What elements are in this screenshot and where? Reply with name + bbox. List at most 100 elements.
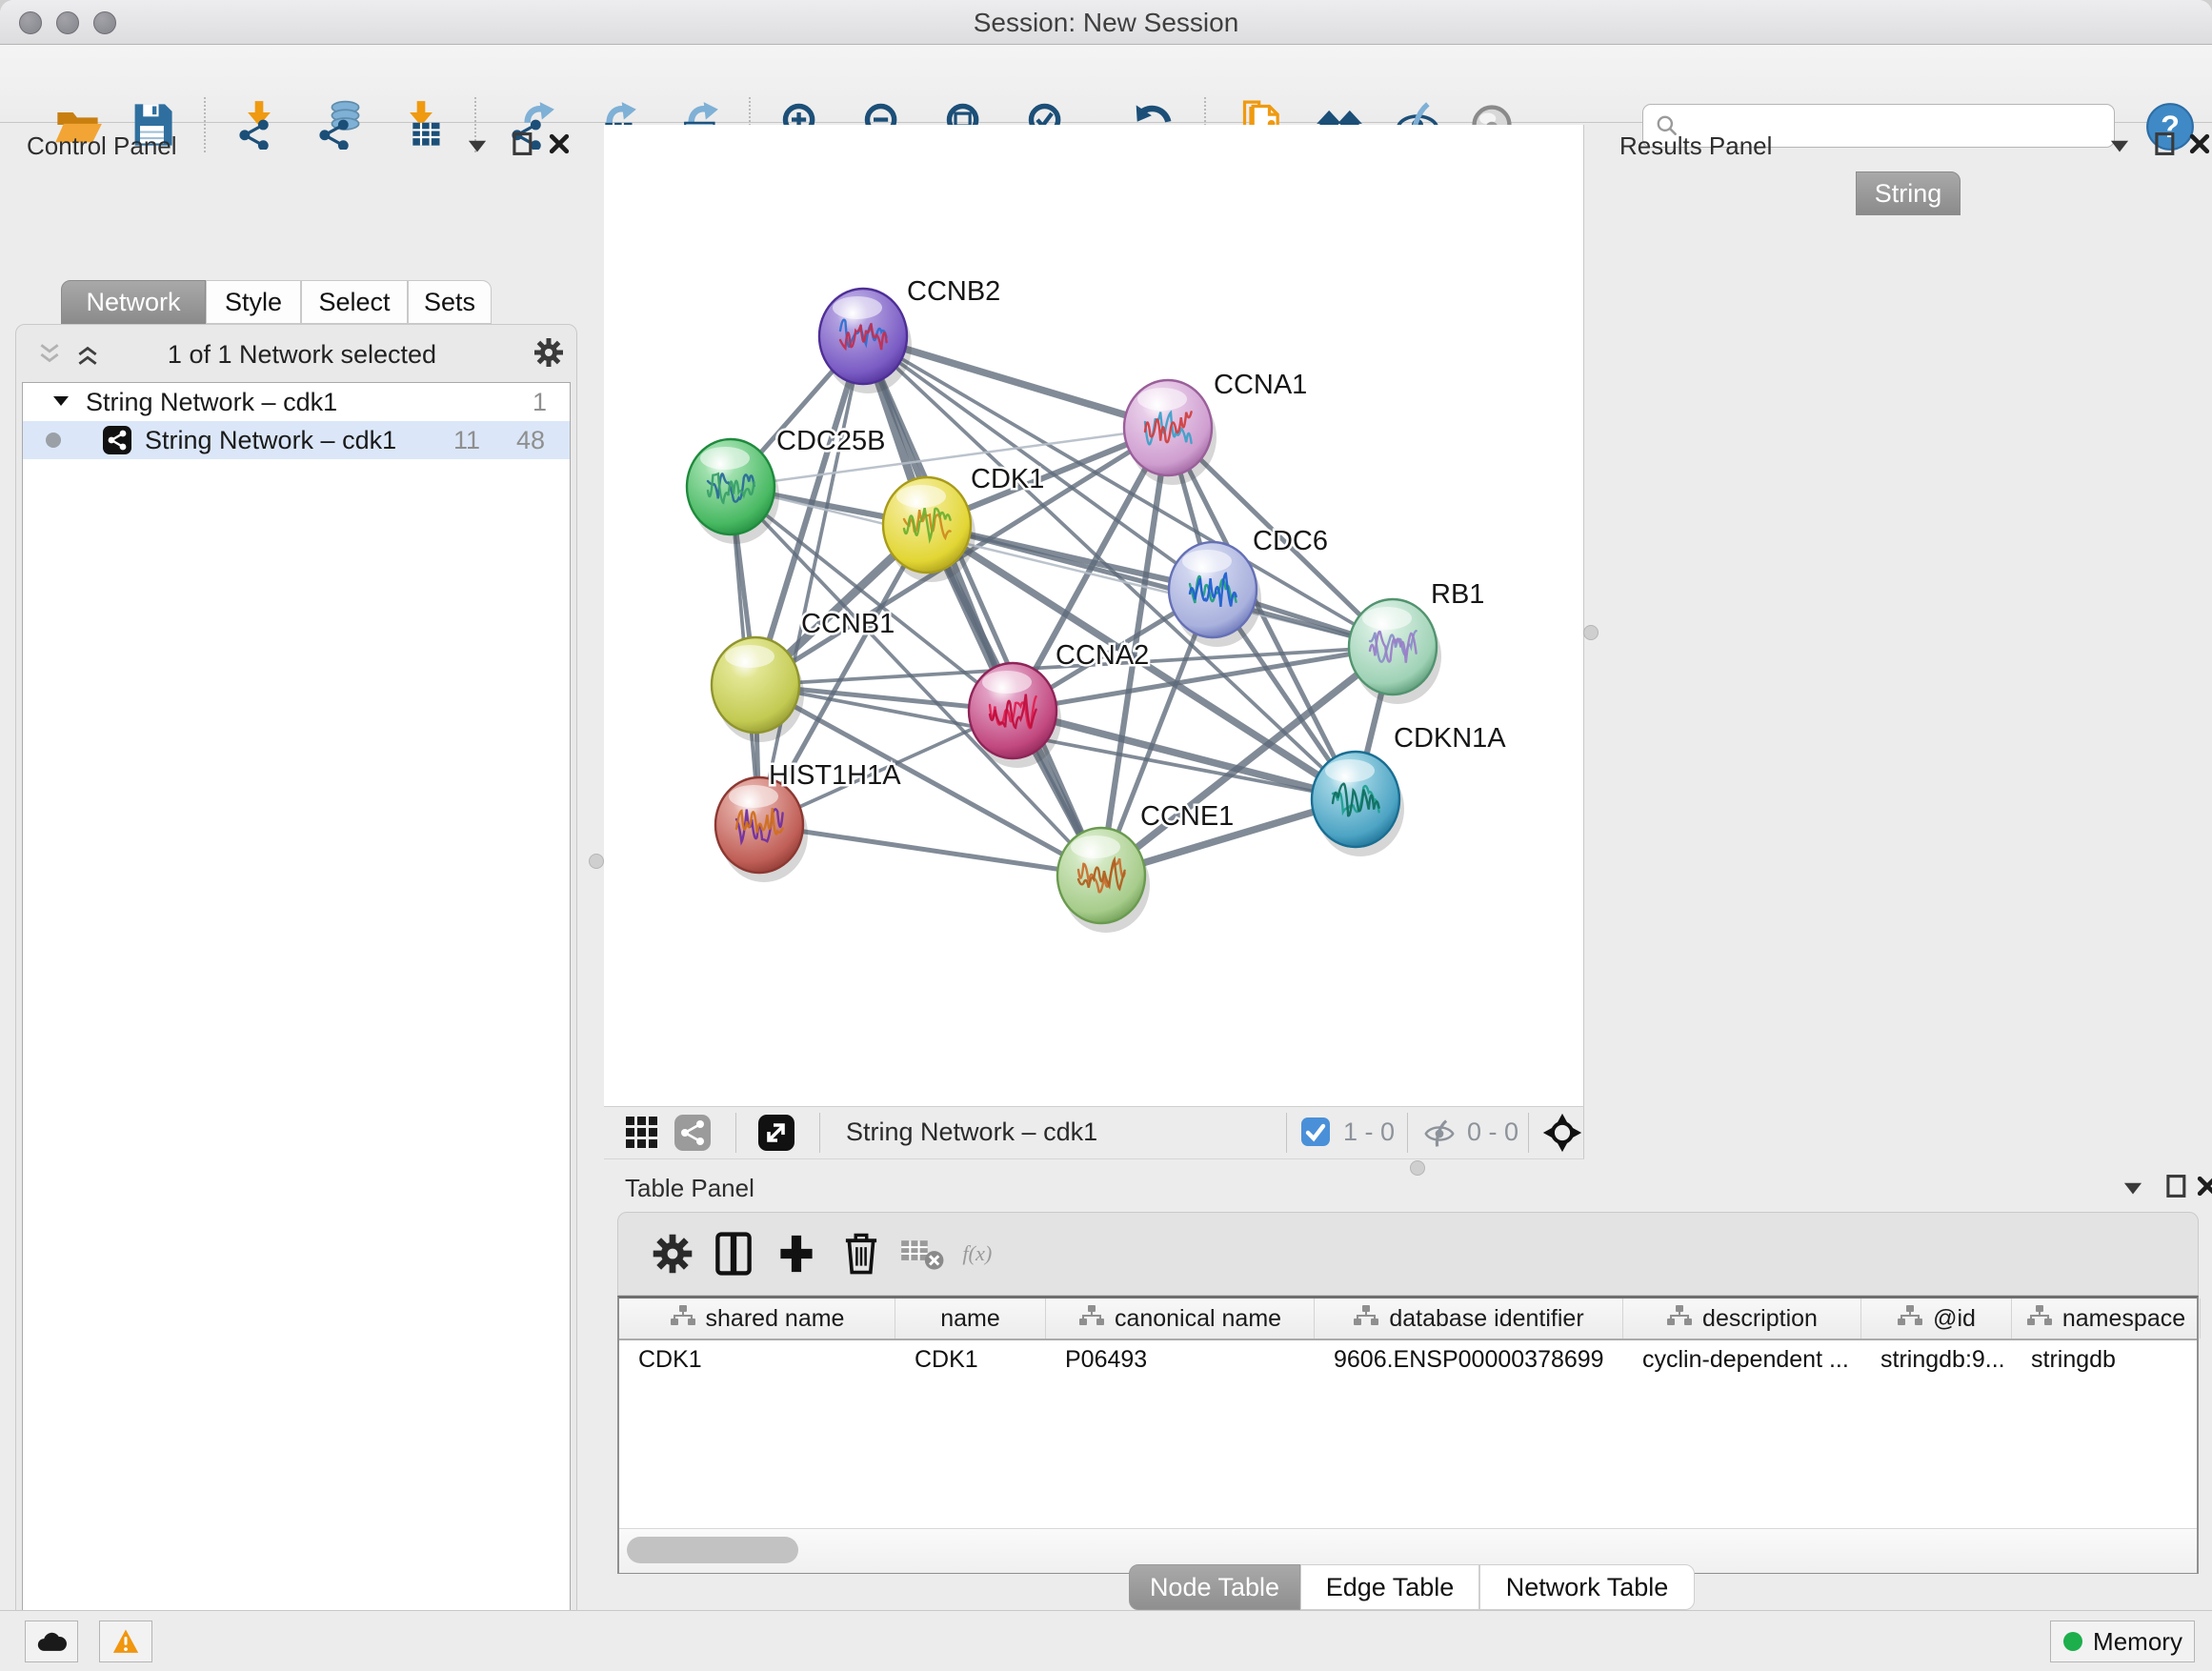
left-splitter-handle[interactable] [589, 854, 604, 869]
column-header--id[interactable]: @id [1861, 1299, 2012, 1339]
network-label: String Network – cdk1 [145, 426, 396, 455]
float-panel-icon[interactable] [511, 131, 535, 156]
main-toolbar: ? [0, 45, 2212, 123]
node-HIST1H1A[interactable] [715, 777, 808, 882]
birds-eye-view-icon[interactable] [1541, 1112, 1583, 1154]
grid-view-icon[interactable] [625, 1116, 659, 1150]
table-header-row: shared namenamecanonical namedatabase id… [619, 1299, 2197, 1340]
tab-edge-table[interactable]: Edge Table [1300, 1564, 1479, 1610]
panel-menu-caret-icon[interactable] [2107, 133, 2132, 158]
close-panel-icon[interactable] [2195, 1174, 2212, 1198]
right-splitter-handle[interactable] [1583, 625, 1599, 640]
network-tree: String Network – cdk1 1 String Network –… [22, 382, 571, 1671]
edge-HIST1H1A-CCNE1[interactable] [759, 825, 1101, 876]
table-cell[interactable]: CDK1 [895, 1340, 1046, 1379]
tab-network-table[interactable]: Network Table [1479, 1564, 1695, 1610]
close-panel-icon[interactable] [547, 131, 572, 156]
node-RB1[interactable] [1349, 599, 1441, 704]
node-CCNA1[interactable] [1124, 380, 1217, 485]
tab-sets[interactable]: Sets [408, 280, 492, 324]
node-label-CDKN1A: CDKN1A [1394, 723, 1506, 754]
node-label-CCNA2: CCNA2 [1056, 640, 1149, 671]
table-row[interactable]: CDK1CDK1P064939606.ENSP00000378699cyclin… [619, 1340, 2197, 1379]
float-panel-icon[interactable] [2153, 131, 2178, 156]
hidden-eye-slash-icon [1421, 1116, 1458, 1152]
cloud-button[interactable] [25, 1621, 78, 1662]
table-cell[interactable]: stringdb [2012, 1340, 2201, 1379]
collapse-all-chevron-icon[interactable] [37, 342, 62, 367]
column-header-shared-name[interactable]: shared name [619, 1299, 895, 1339]
table-toolbar: f(x) [617, 1212, 2199, 1296]
network-canvas[interactable]: CCNB2CCNA1CDC25BCDK1CDC6RB1CCNB1CCNA2CDK… [604, 125, 1584, 1106]
table-panel-title: Table Panel [625, 1174, 754, 1203]
network-status-dot [46, 433, 61, 448]
expand-all-chevron-icon[interactable] [75, 342, 100, 367]
collection-count: 1 [533, 388, 547, 417]
memory-button[interactable]: Memory [2050, 1621, 2195, 1662]
node-label-CCNE1: CCNE1 [1140, 801, 1234, 832]
column-type-icon [1353, 1305, 1379, 1333]
node-CDKN1A[interactable] [1312, 752, 1404, 856]
table-cell[interactable]: P06493 [1046, 1340, 1315, 1379]
string-network-icon [103, 426, 131, 454]
gear-icon[interactable] [651, 1232, 694, 1276]
network-manager-panel: 1 of 1 Network selected String Network –… [15, 324, 577, 1671]
column-type-icon [1897, 1305, 1923, 1333]
tab-select[interactable]: Select [301, 280, 408, 324]
selected-checkbox-icon[interactable] [1301, 1117, 1330, 1146]
tab-string[interactable]: String [1856, 171, 1961, 215]
trash-icon[interactable] [839, 1232, 883, 1276]
function-icon: f(x) [961, 1232, 1005, 1276]
status-bar: Memory [0, 1610, 2212, 1671]
node-CDC25B[interactable] [687, 439, 779, 544]
network-view-toolbar: String Network – cdk1 1 - 0 0 - 0 [604, 1106, 1584, 1159]
delete-table-icon [900, 1232, 944, 1276]
node-CDC6[interactable] [1169, 542, 1261, 647]
network-collection-row[interactable]: String Network – cdk1 1 [23, 383, 570, 421]
title-bar: Session: New Session [0, 0, 2212, 45]
tab-style[interactable]: Style [206, 280, 301, 324]
scrollbar-thumb[interactable] [627, 1537, 798, 1563]
column-header-database-identifier[interactable]: database identifier [1315, 1299, 1623, 1339]
collection-label: String Network – cdk1 [86, 388, 337, 417]
tree-expand-caret-icon[interactable] [51, 388, 72, 417]
network-view-title: String Network – cdk1 [846, 1117, 1097, 1147]
column-header-name[interactable]: name [895, 1299, 1046, 1339]
node-label-CCNA1: CCNA1 [1214, 370, 1307, 400]
window-title: Session: New Session [0, 8, 2212, 38]
column-type-icon [1666, 1305, 1693, 1333]
memory-label: Memory [2093, 1627, 2182, 1657]
table-cell[interactable]: stringdb:9... [1861, 1340, 2012, 1379]
node-CCNB2[interactable] [819, 289, 912, 393]
warning-button[interactable] [99, 1621, 152, 1662]
edge-CCNB2-CCNE1[interactable] [863, 336, 1101, 876]
node-CCNE1[interactable] [1057, 828, 1150, 933]
table-cell[interactable]: CDK1 [619, 1340, 895, 1379]
gear-icon[interactable] [533, 336, 565, 369]
node-label-CDC6: CDC6 [1253, 526, 1328, 556]
table-cell[interactable]: cyclin-dependent ... [1623, 1340, 1861, 1379]
add-icon[interactable] [774, 1232, 818, 1276]
column-header-description[interactable]: description [1623, 1299, 1861, 1339]
warning-icon [111, 1627, 140, 1656]
network-selection-status: 1 of 1 Network selected [121, 340, 483, 370]
node-count: 11 [453, 426, 480, 455]
tab-network[interactable]: Network [61, 280, 206, 324]
network-row-selected[interactable]: String Network – cdk1 11 48 [23, 421, 570, 459]
panel-menu-caret-icon[interactable] [2121, 1176, 2145, 1200]
node-label-CDK1: CDK1 [971, 464, 1044, 494]
column-header-namespace[interactable]: namespace [2012, 1299, 2201, 1339]
network-share-view-icon[interactable] [674, 1115, 711, 1151]
node-CDK1[interactable] [883, 477, 975, 582]
hidden-count: 0 - 0 [1467, 1117, 1518, 1147]
panel-menu-caret-icon[interactable] [465, 133, 490, 158]
tab-node-table[interactable]: Node Table [1129, 1564, 1300, 1610]
table-cell[interactable]: 9606.ENSP00000378699 [1315, 1340, 1623, 1379]
detach-view-icon[interactable] [758, 1115, 794, 1151]
column-header-canonical-name[interactable]: canonical name [1046, 1299, 1315, 1339]
columns-icon[interactable] [712, 1232, 755, 1276]
results-panel-title: Results Panel [1619, 131, 1772, 161]
float-panel-icon[interactable] [2164, 1174, 2189, 1198]
memory-status-icon [2062, 1631, 2083, 1652]
close-panel-icon[interactable] [2187, 131, 2212, 156]
